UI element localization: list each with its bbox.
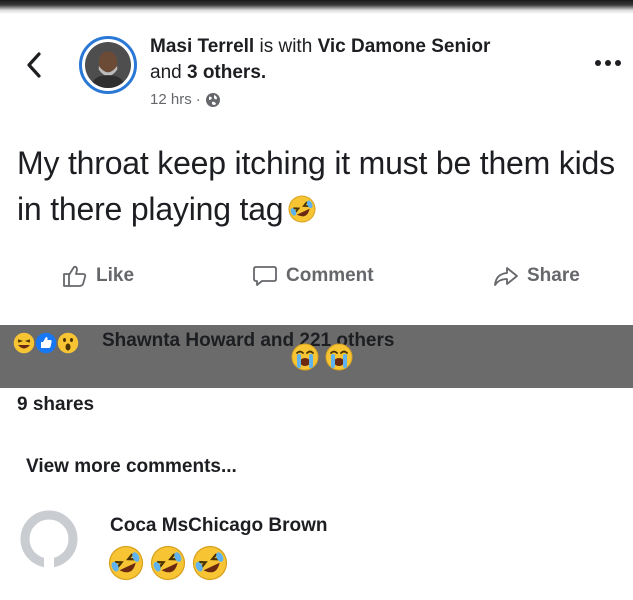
- rofl-emoji-icon: [287, 194, 317, 224]
- thumbs-up-icon: [63, 265, 87, 287]
- author-name[interactable]: Masi Terrell: [150, 36, 254, 57]
- comment-label: Comment: [286, 265, 374, 286]
- rofl-emoji-icon: [191, 544, 229, 582]
- wow-icon: [56, 331, 80, 355]
- like-reaction-icon: [34, 331, 58, 355]
- status-bar-strip: [0, 0, 633, 14]
- reaction-icons: [12, 331, 80, 355]
- and-text: and: [150, 62, 182, 83]
- loudly-crying-emoji-icon: [290, 342, 320, 372]
- post-header-line: Masi Terrell is with Vic Damone Senior: [150, 35, 490, 59]
- like-button[interactable]: Like: [62, 264, 134, 288]
- like-label: Like: [96, 265, 135, 286]
- globe-icon: [205, 92, 221, 108]
- post-meta: 12 hrs ·: [150, 90, 221, 110]
- with-text: is with: [259, 36, 313, 57]
- comment-button[interactable]: Comment: [252, 264, 374, 288]
- share-label: Share: [527, 265, 580, 286]
- post-time[interactable]: 12 hrs: [150, 90, 192, 110]
- comment-author[interactable]: Coca MsChicago Brown: [110, 515, 327, 537]
- post-actions: Like Comment Share: [0, 258, 633, 298]
- share-arrow-icon: [494, 267, 518, 286]
- back-button[interactable]: [22, 50, 48, 80]
- comment-body: [107, 544, 233, 582]
- loudly-crying-emoji-icon: [324, 342, 354, 372]
- shares-count[interactable]: 9 shares: [17, 394, 94, 416]
- default-avatar-icon: [20, 510, 78, 570]
- ellipsis-icon: [595, 60, 621, 66]
- author-avatar[interactable]: [79, 36, 137, 94]
- rofl-emoji-icon: [107, 544, 145, 582]
- more-options-button[interactable]: [593, 57, 623, 69]
- chevron-left-icon: [27, 52, 41, 78]
- view-more-comments-link[interactable]: View more comments...: [26, 456, 237, 478]
- others-link[interactable]: 3 others.: [187, 62, 266, 83]
- meta-separator: ·: [195, 91, 201, 108]
- comment-bubble-icon: [253, 266, 277, 286]
- tagged-name[interactable]: Vic Damone Senior: [318, 36, 491, 57]
- commenter-avatar[interactable]: [18, 508, 80, 570]
- haha-icon: [12, 331, 36, 355]
- overlay-emoji-sticker: [290, 342, 358, 372]
- post-body: My throat keep itching it must be them k…: [17, 140, 629, 232]
- rofl-emoji-icon: [149, 544, 187, 582]
- post-header-line-2: and 3 others.: [150, 61, 266, 85]
- share-button[interactable]: Share: [493, 264, 580, 288]
